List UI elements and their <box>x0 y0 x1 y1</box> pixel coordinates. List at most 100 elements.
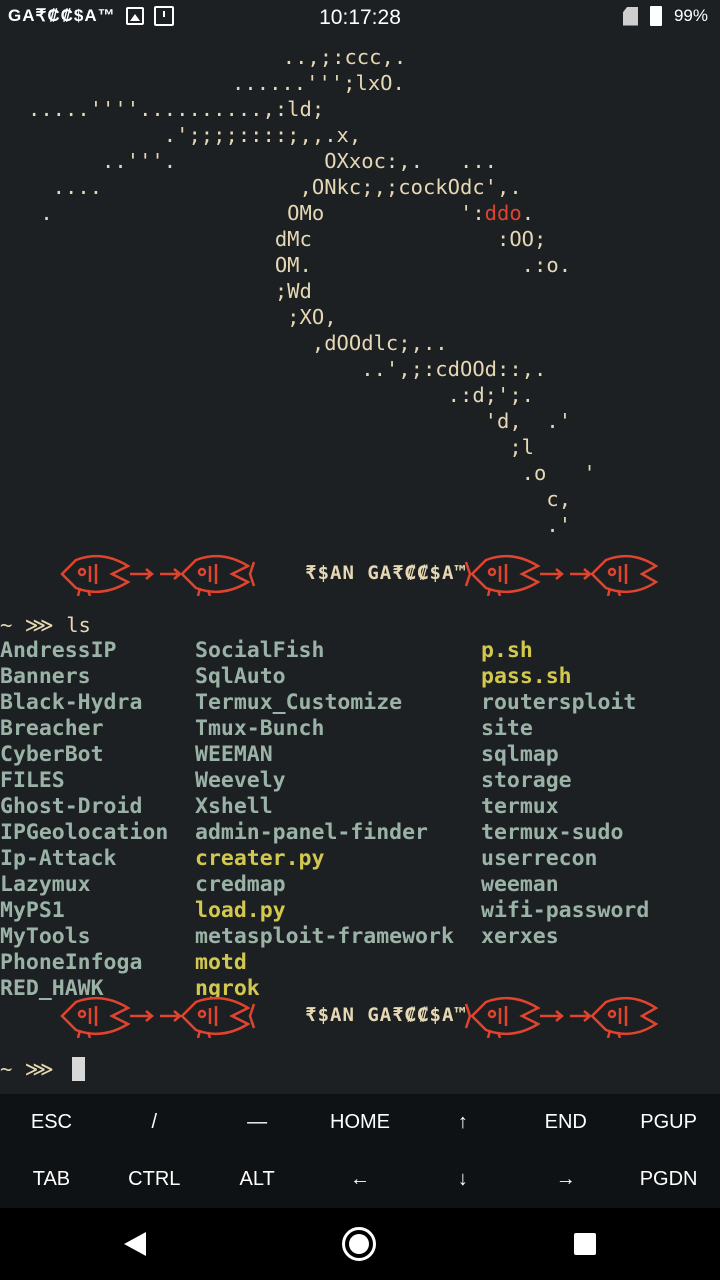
command-text: ls <box>66 613 91 637</box>
list-item: weeman <box>481 872 559 897</box>
up-arrow-key[interactable]: ↑ <box>411 1094 514 1151</box>
list-item: Xshell <box>195 794 273 819</box>
prompt-symbol: ~ ⋙ <box>0 613 67 637</box>
terminal-view[interactable]: ..,;:ccc,. ......''';lxO. .....''''.....… <box>0 40 720 1092</box>
ascii-art-segment: . OMo ': <box>28 201 485 225</box>
list-item: load.py <box>195 898 286 923</box>
list-item: Termux_Customize <box>195 690 403 715</box>
left-arrow-key[interactable]: ← <box>309 1151 412 1208</box>
list-item: Weevely <box>195 768 286 793</box>
clock: 10:17:28 <box>319 6 401 29</box>
ascii-art-line: ;Wd <box>28 279 312 303</box>
list-item: metasploit-framework <box>195 924 454 949</box>
dash-key[interactable]: — <box>206 1094 309 1151</box>
ascii-art-line: ......''';lxO. <box>158 71 405 95</box>
active-prompt[interactable]: ~ ⋙ <box>0 1056 86 1082</box>
banner-top: ₹$AN GA₹₡₡$A™ <box>60 552 660 596</box>
ascii-art-line: .';;;;::::;,,.x, <box>28 123 362 147</box>
prompt-symbol: ~ ⋙ <box>0 1057 67 1081</box>
battery-percent: 99% <box>673 6 708 25</box>
list-item: sqlmap <box>481 742 559 767</box>
pgdn-key[interactable]: PGDN <box>617 1151 720 1208</box>
navigation-bar <box>0 1208 720 1280</box>
ascii-art-line: .:d;';. <box>28 383 535 407</box>
list-item: userrecon <box>481 846 598 871</box>
list-item: pass.sh <box>481 664 572 689</box>
ls-column-3: p.sh pass.sh routersploit site sqlmap storage… <box>481 638 649 950</box>
pgup-key[interactable]: PGUP <box>617 1094 720 1151</box>
ascii-art-line: ..'''. OXxoc:,. ... <box>28 149 497 173</box>
list-item: Lazymux <box>0 872 91 897</box>
recent-apps-icon[interactable] <box>574 1233 596 1255</box>
down-arrow-key[interactable]: ↓ <box>411 1151 514 1208</box>
list-item: Banners <box>0 664 91 689</box>
list-item: FILES <box>0 768 65 793</box>
list-item: admin-panel-finder <box>195 820 428 845</box>
right-arrow-key[interactable]: → <box>514 1151 617 1208</box>
home-key[interactable]: HOME <box>309 1094 412 1151</box>
slash-key[interactable]: / <box>103 1094 206 1151</box>
list-item: termux <box>481 794 559 819</box>
ls-column-1: AndressIP Banners Black-Hydra Breacher C… <box>0 638 168 1002</box>
list-item: xerxes <box>481 924 559 949</box>
list-item: CyberBot <box>0 742 104 767</box>
status-bar: GA₹₡₡$A™ 10:17:28 99% <box>0 0 720 36</box>
list-item: credmap <box>195 872 286 897</box>
ascii-art-line: .o ' <box>28 461 596 485</box>
ascii-art-line: ..',;:cdOOd::,. <box>28 357 547 381</box>
ascii-art-segment: . <box>521 201 535 225</box>
list-item: p.sh <box>481 638 533 663</box>
list-item: SqlAuto <box>195 664 286 689</box>
ascii-art-line: ;l <box>28 435 535 459</box>
list-item: Breacher <box>0 716 104 741</box>
ascii-art-line: ..,;:ccc,. <box>184 45 407 69</box>
ascii-art-line: . OMo ':ddo. <box>28 200 534 226</box>
list-item: termux-sudo <box>481 820 624 845</box>
home-icon[interactable] <box>342 1227 376 1261</box>
ascii-art-line: ,dOOdlc;,.. <box>28 331 448 355</box>
extra-keys-row-2: TAB CTRL ALT ← ↓ → PGDN <box>0 1151 720 1208</box>
back-icon[interactable] <box>124 1232 146 1256</box>
list-item: creater.py <box>195 846 325 871</box>
tab-key[interactable]: TAB <box>0 1151 103 1208</box>
list-item: AndressIP <box>0 638 117 663</box>
list-item: Ip-Attack <box>0 846 117 871</box>
alt-key[interactable]: ALT <box>206 1151 309 1208</box>
banner-title: ₹$AN GA₹₡₡$A™ <box>305 562 467 584</box>
list-item: site <box>481 716 533 741</box>
list-item: Ghost-Droid <box>0 794 143 819</box>
list-item: storage <box>481 768 572 793</box>
ascii-art-line: .... ,ONkc;,;cockOdc',. <box>28 175 522 199</box>
list-item: motd <box>195 950 247 975</box>
list-item: MyPS1 <box>0 898 65 923</box>
list-item: routersploit <box>481 690 637 715</box>
list-item: WEEMAN <box>195 742 273 767</box>
text-cursor <box>72 1057 86 1081</box>
list-item: MyTools <box>0 924 91 949</box>
esc-key[interactable]: ESC <box>0 1094 103 1151</box>
no-sim-icon <box>622 6 638 26</box>
ascii-art-line: c, <box>28 487 572 511</box>
list-item: PhoneInfoga <box>0 950 143 975</box>
ascii-art-line: ;XO, <box>28 305 337 329</box>
extra-keys-bar: ESC / — HOME ↑ END PGUP TAB CTRL ALT ← ↓… <box>0 1094 720 1208</box>
ascii-art-line: .' <box>28 513 572 537</box>
battery-icon <box>649 6 662 26</box>
end-key[interactable]: END <box>514 1094 617 1151</box>
command-line: ~ ⋙ ls <box>0 612 91 638</box>
ascii-art-line: .....''''..........,:ld; <box>28 97 325 121</box>
ascii-art-line: OM. .:o. <box>28 253 572 277</box>
banner-title: ₹$AN GA₹₡₡$A™ <box>305 1004 467 1026</box>
extra-keys-row-1: ESC / — HOME ↑ END PGUP <box>0 1094 720 1151</box>
list-item: Tmux-Bunch <box>195 716 325 741</box>
ascii-art-red-segment: ddo <box>484 201 522 225</box>
list-item: wifi-password <box>481 898 650 923</box>
ascii-art-line: dMc :OO; <box>28 227 547 251</box>
ls-column-2: SocialFish SqlAuto Termux_Customize Tmux-Bu… <box>195 638 454 1002</box>
list-item: Black-Hydra <box>0 690 143 715</box>
banner-bottom: ₹$AN GA₹₡₡$A™ <box>60 994 660 1038</box>
list-item: SocialFish <box>195 638 325 663</box>
ascii-art-line: 'd, .' <box>28 409 572 433</box>
list-item: IPGeolocation <box>0 820 169 845</box>
ctrl-key[interactable]: CTRL <box>103 1151 206 1208</box>
